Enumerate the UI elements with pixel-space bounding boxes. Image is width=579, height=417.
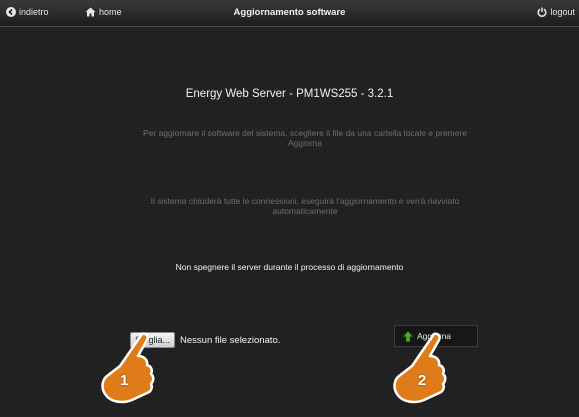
pointing-hand-icon — [101, 332, 155, 404]
callout-number-1: 1 — [120, 372, 129, 389]
logout-button[interactable]: logout — [537, 7, 575, 17]
info-text: Il sistema chiuderà tutte le connessioni… — [150, 196, 460, 216]
pointing-hand-callout-2: 2 — [388, 330, 450, 415]
logout-label: logout — [550, 7, 575, 17]
pointing-hand-callout-1: 1 — [96, 330, 158, 415]
instructions-text: Per aggiornare il software del sistema, … — [142, 128, 468, 148]
top-bar: indietro home Aggiornamento software log… — [0, 0, 579, 27]
device-header: Energy Web Server - PM1WS255 - 3.2.1 — [185, 88, 394, 100]
pointing-hand-icon — [393, 332, 447, 404]
file-status: Nessun file selezionato. — [180, 334, 281, 346]
update-screen: indietro home Aggiornamento software log… — [0, 0, 579, 417]
warning-text: Non spegnere il server durante il proces… — [175, 262, 404, 272]
callout-number-2: 2 — [418, 372, 427, 389]
page-title: Aggiornamento software — [233, 7, 346, 18]
power-icon — [537, 7, 547, 17]
